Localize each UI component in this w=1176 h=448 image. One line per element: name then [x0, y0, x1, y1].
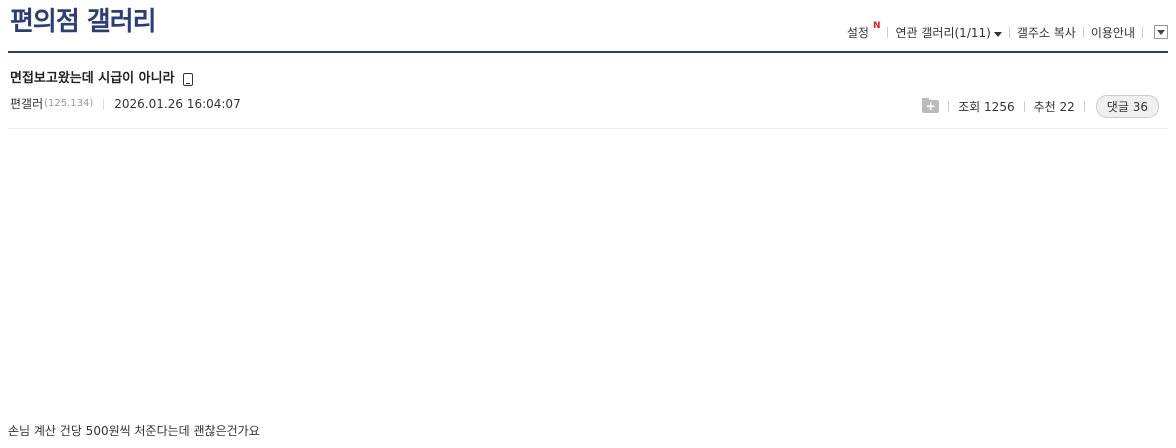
comments-label: 댓글 — [1106, 100, 1129, 114]
comments-count: 36 — [1132, 100, 1148, 114]
views-count: 1256 — [984, 99, 1015, 114]
related-gallery-label: 연관 갤러리(1/11) — [895, 25, 991, 40]
author-ip: (125.134) — [44, 98, 94, 109]
stats-divider — [948, 101, 950, 112]
views-label: 조회 — [958, 100, 981, 114]
author-nickname[interactable]: 편갤러 — [10, 96, 43, 112]
folder-add-icon[interactable]: + — [922, 98, 940, 113]
guide-link[interactable]: 이용안내 — [1091, 24, 1135, 41]
post-stats: + 조회 1256 추천 22 댓글 36 — [922, 95, 1159, 118]
settings-label: 설정 — [846, 25, 869, 40]
new-badge: N — [872, 20, 881, 31]
title-divider — [8, 51, 1168, 53]
related-gallery-dropdown[interactable]: 연관 갤러리(1/11) — [895, 24, 1002, 41]
post-title-row: 면접보고왔는데 시급이 아니라 — [10, 70, 193, 88]
menu-divider — [1142, 26, 1143, 38]
stats-divider — [1023, 101, 1025, 112]
stats-divider — [1083, 101, 1085, 112]
menu-divider — [1008, 26, 1010, 38]
menu-divider — [887, 26, 889, 38]
menu-expand-button[interactable] — [1154, 25, 1168, 39]
author-line: 편갤러 (125.134) 2026.01.26 16:04:07 — [10, 96, 241, 112]
gallery-title[interactable]: 편의점 갤러리 — [10, 4, 157, 40]
chevron-down-icon — [1157, 29, 1165, 35]
post-title: 면접보고왔는데 시급이 아니라 — [10, 71, 175, 86]
author-divider — [103, 98, 105, 110]
copy-address-link[interactable]: 갤주소 복사 — [1017, 24, 1076, 41]
post-datetime: 2026.01.26 16:04:07 — [114, 97, 241, 111]
post-body: 손님 계산 건당 500원씩 처준다는데 괜찮은건가요 — [8, 424, 260, 438]
mobile-icon — [182, 72, 193, 86]
top-menu: 설정 N 연관 갤러리(1/11) 갤주소 복사 이용안내 — [846, 20, 1168, 41]
post-header-divider — [8, 128, 1168, 129]
dropdown-arrow-icon — [993, 31, 1002, 37]
recommend-label: 추천 — [1033, 100, 1056, 114]
menu-divider — [1082, 26, 1084, 38]
settings-link[interactable]: 설정 N — [846, 20, 881, 41]
recommend-count: 22 — [1059, 99, 1075, 114]
comments-button[interactable]: 댓글 36 — [1095, 95, 1159, 118]
